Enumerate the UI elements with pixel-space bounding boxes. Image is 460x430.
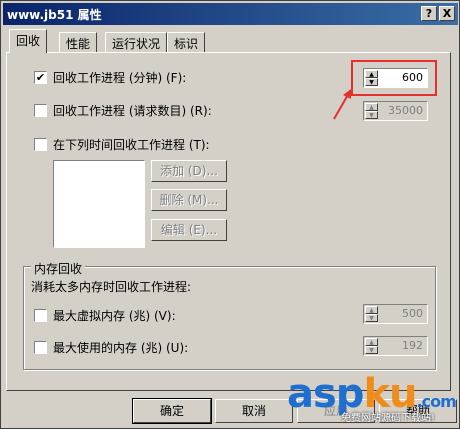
- arrow-down-icon: ▼: [365, 346, 378, 354]
- used-memory-value: 192: [402, 339, 423, 352]
- spinner-arrows: ▲ ▼: [365, 338, 378, 354]
- recycle-requests-checkbox[interactable]: [34, 103, 47, 117]
- memory-description: 消耗太多内存时回收工作进程:: [31, 278, 191, 294]
- edit-time-button: 编辑 (E)...: [151, 219, 227, 241]
- recycle-minutes-label: 回收工作进程 (分钟) (F):: [53, 70, 187, 85]
- spinner-arrows: ▲ ▼: [365, 103, 378, 119]
- arrow-down-icon: ▼: [365, 314, 378, 322]
- remove-time-button: 删除 (M)...: [151, 189, 227, 211]
- recycle-minutes-checkbox[interactable]: ✔: [34, 70, 47, 84]
- recycle-requests-value: 35000: [388, 104, 423, 117]
- properties-dialog: www.jb51 属性 ? X 回收 性能 运行状况 标识 ✔ 回收工作进程 (…: [0, 0, 460, 429]
- schedule-time-list[interactable]: [53, 160, 145, 248]
- recycle-minutes-row: ✔ 回收工作进程 (分钟) (F):: [34, 69, 186, 85]
- used-memory-row: 最大使用的内存 (兆) (U):: [34, 339, 188, 355]
- recycle-schedule-label: 在下列时间回收工作进程 (T):: [53, 137, 210, 152]
- arrow-up-icon: ▲: [365, 103, 378, 111]
- virtual-memory-value: 500: [402, 307, 423, 320]
- annotation-arrow-icon: [333, 89, 351, 120]
- virtual-memory-label: 最大虚拟内存 (兆) (V):: [53, 308, 176, 323]
- recycle-schedule-checkbox[interactable]: [34, 137, 47, 151]
- add-time-button: 添加 (D)...: [151, 160, 227, 182]
- memory-description-text: 消耗太多内存时回收工作进程:: [31, 279, 192, 294]
- spinner-arrows: ▲ ▼: [365, 306, 378, 322]
- virtual-memory-row: 最大虚拟内存 (兆) (V):: [34, 307, 176, 323]
- virtual-memory-checkbox[interactable]: [34, 308, 47, 322]
- used-memory-spinner: ▲ ▼ 192: [363, 336, 428, 356]
- memory-group-label: 内存回收: [31, 260, 86, 277]
- virtual-memory-spinner: ▲ ▼ 500: [363, 304, 428, 324]
- recycle-requests-spinner: ▲ ▼ 35000: [363, 101, 428, 121]
- recycle-requests-label: 回收工作进程 (请求数目) (R):: [53, 103, 212, 118]
- watermark-logo: aspku.com 免费网站源码下载站!: [287, 371, 460, 430]
- arrow-up-icon: ▲: [365, 338, 378, 346]
- annotation-highlight-box: [351, 60, 437, 96]
- watermark-subtitle: 免费网站源码下载站!: [341, 413, 436, 424]
- recycle-requests-row: 回收工作进程 (请求数目) (R):: [34, 102, 212, 118]
- arrow-up-icon: ▲: [365, 306, 378, 314]
- recycle-schedule-row: 在下列时间回收工作进程 (T):: [34, 136, 210, 152]
- arrow-down-icon: ▼: [365, 111, 378, 119]
- used-memory-label: 最大使用的内存 (兆) (U):: [53, 340, 189, 355]
- used-memory-checkbox[interactable]: [34, 340, 47, 354]
